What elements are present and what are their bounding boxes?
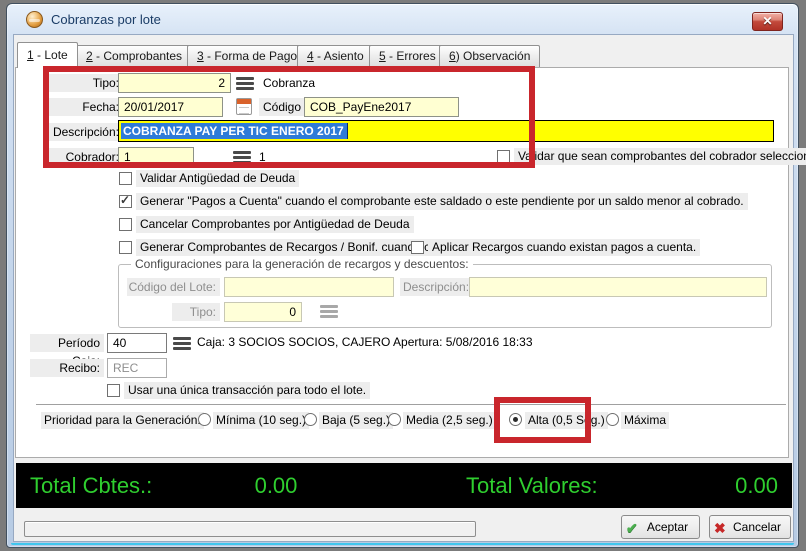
tab-label: - Asiento (314, 49, 364, 63)
tab-forma-de-pago[interactable]: 3 - Forma de Pago (187, 45, 307, 67)
radio-baja-label: Baja (5 seg.) (319, 412, 393, 429)
tab-accesskey: 1 (27, 48, 34, 62)
checkbox-unica-transaccion-label: Usar una única transacción para todo el … (124, 382, 370, 399)
checkbox-unica-transaccion[interactable] (107, 384, 120, 397)
radio-maxima[interactable] (606, 413, 619, 426)
tab-accesskey: 5 (379, 49, 386, 63)
radio-alta-label: Alta (0,5 Seg.) (525, 412, 608, 429)
checkbox-validar-cobrador[interactable] (497, 150, 510, 163)
checkbox-aplicar-recargos[interactable] (411, 241, 424, 254)
aceptar-button-label: Aceptar (647, 520, 688, 534)
fecha-input[interactable]: 20/01/2017 (118, 97, 223, 117)
radio-media-label: Media (2,5 seg.) (403, 412, 496, 429)
close-icon (762, 14, 772, 28)
descripcion-selected-text: COBRANZA PAY PER TIC ENERO 2017 (121, 123, 348, 139)
tab-accesskey: 6 (449, 49, 456, 63)
app-icon (26, 11, 43, 28)
tipo-lookup-icon[interactable] (236, 77, 254, 90)
checkbox-generar-recargos[interactable] (119, 241, 132, 254)
checkbox-generar-pagos-cuenta-label: Generar "Pagos a Cuenta" cuando el compr… (136, 193, 748, 210)
checkbox-validar-antiguedad[interactable] (119, 172, 132, 185)
title-bar[interactable]: Cobranzas por lote (7, 4, 798, 34)
checkbox-aplicar-recargos-label: Aplicar Recargos cuando existan pagos a … (428, 239, 700, 256)
total-valores-label: Total Valores: (466, 473, 598, 499)
cobrador-lookup-icon[interactable] (233, 151, 251, 164)
tipo-input[interactable]: 2 (118, 73, 231, 93)
tab-errores[interactable]: 5 - Errores (369, 45, 446, 67)
checkbox-validar-antiguedad-label: Validar Antigüedad de Deuda (136, 170, 299, 187)
fecha-label: Fecha: (46, 98, 123, 116)
dialog-client-area: 1 - Lote 2 - Comprobantes 3 - Forma de P… (14, 35, 793, 541)
tipo-label: Tipo: (46, 74, 123, 92)
tipo-description: Cobranza (263, 76, 315, 90)
tab-asiento[interactable]: 4 - Asiento (297, 45, 374, 67)
radio-baja[interactable] (304, 413, 317, 426)
cobrador-input[interactable]: 1 (118, 147, 194, 167)
checkbox-cancelar-comprobantes[interactable] (119, 218, 132, 231)
prioridad-label: Prioridad para la Generación: (41, 412, 204, 429)
close-button[interactable] (752, 12, 783, 31)
aceptar-button[interactable]: Aceptar (621, 515, 700, 539)
tab-accesskey: 3 (197, 49, 204, 63)
accept-check-icon (626, 517, 638, 539)
recibo-input[interactable]: REC (107, 358, 167, 378)
grupo-descripcion-label: Descripción: (400, 278, 472, 296)
tab-comprobantes[interactable]: 2 - Comprobantes (76, 45, 192, 67)
recibo-label: Recibo: (30, 359, 104, 377)
calendar-icon[interactable] (236, 98, 252, 115)
total-cbtes-value: 0.00 (231, 473, 321, 499)
tab-accesskey: 2 (86, 49, 93, 63)
cobrador-description: 1 (259, 150, 266, 164)
tab-label: - Forma de Pago (204, 49, 297, 63)
groupbox-legend: Configuraciones para la generación de re… (131, 257, 473, 271)
cancelar-button[interactable]: Cancelar (709, 515, 791, 539)
progress-bar (24, 521, 476, 537)
groupbox-recargos-descuentos: Configuraciones para la generación de re… (118, 264, 772, 328)
radio-media[interactable] (388, 413, 401, 426)
grupo-tipo-lookup-icon[interactable] (320, 305, 338, 318)
periodo-caja-label: Período Caja: (30, 334, 104, 352)
radio-alta[interactable] (509, 413, 522, 426)
checkbox-generar-pagos-cuenta[interactable] (119, 195, 132, 208)
tab-page-lote: Tipo: 2 Cobranza Fecha: 20/01/2017 Códig… (15, 67, 789, 458)
descripcion-label: Descripción: (46, 123, 123, 141)
periodo-caja-lookup-icon[interactable] (173, 337, 191, 350)
separator-line (36, 404, 786, 406)
tab-label: - Errores (386, 49, 436, 63)
total-cbtes-label: Total Cbtes.: (30, 473, 152, 499)
tab-lote[interactable]: 1 - Lote (17, 42, 78, 68)
checkbox-validar-cobrador-label: Validar que sean comprobantes del cobrad… (514, 148, 806, 165)
checkbox-cancelar-comprobantes-label: Cancelar Comprobantes por Antigüedad de … (136, 216, 414, 233)
total-valores-value: 0.00 (735, 473, 778, 499)
descripcion-input[interactable]: COBRANZA PAY PER TIC ENERO 2017 (118, 120, 774, 142)
grupo-codigo-lote-input[interactable] (224, 277, 394, 297)
tab-label: - Comprobantes (93, 49, 182, 63)
tab-observacion[interactable]: 6) Observación (439, 45, 540, 67)
tab-accesskey: 4 (307, 49, 314, 63)
grupo-tipo-input[interactable]: 0 (224, 302, 302, 322)
cancel-cross-icon (714, 517, 726, 539)
radio-minima[interactable] (198, 413, 211, 426)
window-title: Cobranzas por lote (51, 12, 161, 27)
tab-label: - Lote (34, 48, 68, 62)
codigo-lote-input[interactable]: COB_PayEne2017 (304, 97, 459, 117)
caja-description: Caja: 3 SOCIOS SOCIOS, CAJERO Apertura: … (197, 335, 533, 349)
radio-minima-label: Mínima (10 seg.) (213, 412, 309, 429)
totals-bar: Total Cbtes.: 0.00 Total Valores: 0.00 (16, 463, 792, 508)
periodo-caja-input[interactable]: 40 (107, 333, 167, 353)
grupo-codigo-lote-label: Código del Lote: (127, 278, 220, 296)
cancelar-button-label: Cancelar (733, 520, 781, 534)
radio-maxima-label: Máxima (621, 412, 669, 429)
dialog-window: Cobranzas por lote 1 - Lote 2 - Comproba… (6, 3, 799, 548)
grupo-descripcion-input[interactable] (469, 277, 767, 297)
grupo-tipo-label: Tipo: (172, 303, 220, 321)
tab-label: ) Observación (456, 49, 531, 63)
cobrador-label: Cobrador: (46, 148, 123, 166)
